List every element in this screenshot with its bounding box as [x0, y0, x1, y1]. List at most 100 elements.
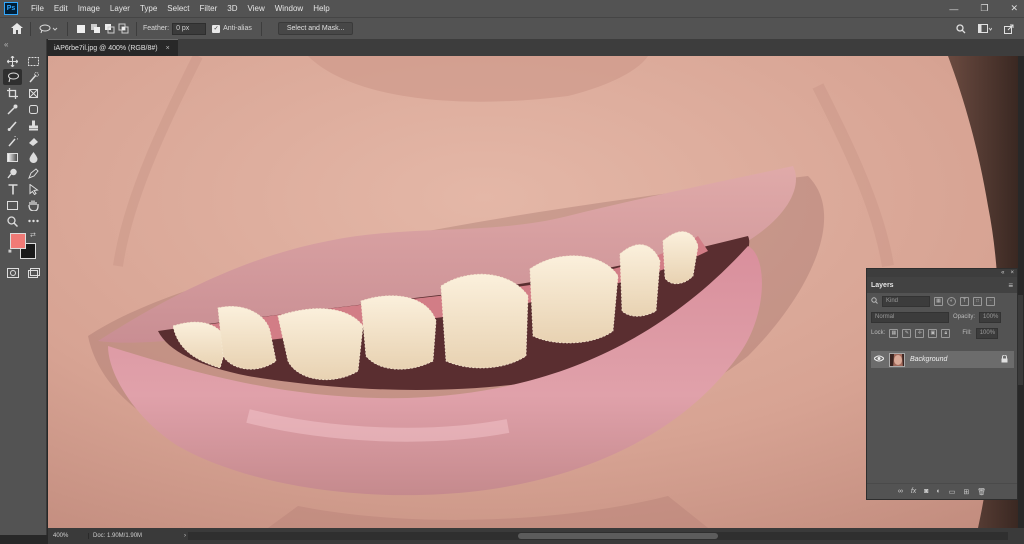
- layer-style-icon[interactable]: fx: [911, 488, 916, 495]
- hand-tool-icon[interactable]: [24, 197, 43, 213]
- collapse-panel-icon[interactable]: «: [0, 39, 46, 53]
- menu-layer[interactable]: Layer: [105, 4, 135, 13]
- shape-filter-icon[interactable]: □: [973, 296, 982, 306]
- blend-row: Normal Opacity: 100%: [867, 309, 1017, 325]
- search-icon[interactable]: [954, 22, 968, 36]
- opacity-input[interactable]: 100%: [979, 311, 1002, 323]
- menu-view[interactable]: View: [243, 4, 270, 13]
- fill-label: Fill:: [962, 330, 972, 336]
- lasso-tool-preset-icon[interactable]: [37, 22, 61, 36]
- fill-input[interactable]: 100%: [975, 327, 998, 339]
- close-panel-icon[interactable]: ×: [1010, 270, 1014, 276]
- layer-thumbnail: [889, 352, 905, 367]
- share-icon[interactable]: [1002, 22, 1016, 36]
- subtract-from-selection-icon[interactable]: [102, 22, 116, 36]
- blur-tool-icon[interactable]: [24, 149, 43, 165]
- history-brush-tool-icon[interactable]: [3, 133, 22, 149]
- menu-window[interactable]: Window: [270, 4, 308, 13]
- layers-scrollbar[interactable]: [1018, 295, 1023, 385]
- color-swatches: ⇄ ■: [0, 231, 46, 259]
- path-selection-tool-icon[interactable]: [24, 181, 43, 197]
- foreground-color-swatch[interactable]: [10, 233, 26, 249]
- antialias-checkbox[interactable]: ✓: [212, 24, 221, 33]
- blend-mode-select[interactable]: Normal: [871, 311, 949, 323]
- horizontal-scrollbar[interactable]: [188, 532, 1008, 540]
- select-and-mask-button[interactable]: Select and Mask...: [277, 22, 354, 35]
- home-icon[interactable]: [10, 22, 24, 36]
- lock-artboard-icon[interactable]: ▣: [928, 328, 938, 338]
- document-tab[interactable]: iAP6rbe7il.jpg @ 400% (RGB/8#) ×: [48, 39, 178, 56]
- add-mask-icon[interactable]: ◙: [924, 488, 928, 495]
- type-tool-icon[interactable]: [3, 181, 22, 197]
- add-to-selection-icon[interactable]: [88, 22, 102, 36]
- menu-file[interactable]: File: [26, 4, 49, 13]
- pixel-filter-icon[interactable]: ▦: [934, 296, 943, 306]
- swap-colors-icon[interactable]: ⇄: [30, 231, 36, 239]
- default-colors-icon[interactable]: ■: [8, 249, 12, 255]
- frame-tool-icon[interactable]: [24, 85, 43, 101]
- pen-tool-icon[interactable]: [24, 165, 43, 181]
- close-tab-icon[interactable]: ×: [166, 45, 170, 52]
- document-tab-title: iAP6rbe7il.jpg @ 400% (RGB/8#): [54, 44, 158, 52]
- menu-edit[interactable]: Edit: [49, 4, 73, 13]
- menu-image[interactable]: Image: [73, 4, 105, 13]
- link-layers-icon[interactable]: ∞: [898, 488, 903, 495]
- brush-tool-icon[interactable]: [3, 117, 22, 133]
- workspace-icon[interactable]: [978, 22, 992, 36]
- eraser-tool-icon[interactable]: [24, 133, 43, 149]
- lock-transparent-icon[interactable]: ▦: [889, 328, 899, 338]
- smart-object-filter-icon[interactable]: ▫: [986, 296, 995, 306]
- adjustment-filter-icon[interactable]: ◐: [947, 296, 956, 306]
- maximize-icon[interactable]: ❐: [980, 3, 988, 14]
- stamp-tool-icon[interactable]: [24, 117, 43, 133]
- zoom-tool-icon[interactable]: [3, 213, 22, 229]
- menu-3d[interactable]: 3D: [222, 4, 242, 13]
- minimize-icon[interactable]: —: [949, 4, 958, 14]
- layers-panel-header: Layers ≡: [867, 277, 1017, 293]
- more-tools-icon[interactable]: [24, 213, 43, 229]
- frame-3d-tool-icon[interactable]: [24, 101, 43, 117]
- collapse-panel-icon[interactable]: «: [1001, 270, 1004, 276]
- menu-type[interactable]: Type: [135, 4, 162, 13]
- lock-all-icon[interactable]: 🔒︎: [941, 328, 951, 338]
- lock-image-icon[interactable]: ✎: [902, 328, 912, 338]
- eyedropper-tool-icon[interactable]: [3, 101, 22, 117]
- menu-filter[interactable]: Filter: [195, 4, 223, 13]
- quick-mask-icon[interactable]: [3, 265, 22, 281]
- layer-filter-row: Kind ▦ ◐ T □ ▫: [867, 293, 1017, 309]
- mode-grid: [0, 265, 46, 281]
- lock-position-icon[interactable]: ✛: [915, 328, 925, 338]
- new-group-icon[interactable]: ▭: [949, 488, 956, 496]
- lasso-tool-icon[interactable]: [3, 69, 22, 85]
- screen-mode-icon[interactable]: [24, 265, 43, 281]
- dodge-tool-icon[interactable]: [3, 165, 22, 181]
- crop-tool-icon[interactable]: [3, 85, 22, 101]
- new-selection-icon[interactable]: [74, 22, 88, 36]
- layer-lock-icon[interactable]: [1001, 354, 1008, 365]
- layer-row-background[interactable]: Background: [871, 351, 1014, 368]
- photoshop-logo[interactable]: Ps: [4, 2, 18, 15]
- intersect-selection-icon[interactable]: [116, 22, 130, 36]
- quick-selection-tool-icon[interactable]: [24, 69, 43, 85]
- visibility-eye-icon[interactable]: [873, 355, 885, 364]
- feather-input[interactable]: 0 px: [172, 22, 207, 35]
- delete-layer-icon[interactable]: 🗑︎: [977, 488, 986, 496]
- separator: [136, 21, 137, 36]
- zoom-level[interactable]: 400%: [48, 533, 88, 539]
- type-filter-icon[interactable]: T: [960, 296, 969, 306]
- rectangle-tool-icon[interactable]: [3, 197, 22, 213]
- new-layer-icon[interactable]: ⊞: [963, 488, 969, 496]
- panel-menu-icon[interactable]: ≡: [1008, 281, 1013, 290]
- menu-select[interactable]: Select: [162, 4, 194, 13]
- scrollbar-thumb[interactable]: [518, 533, 718, 539]
- document-tab-bar: iAP6rbe7il.jpg @ 400% (RGB/8#) ×: [48, 39, 1024, 56]
- tool-grid: [0, 53, 46, 229]
- adjustment-layer-icon[interactable]: ◐: [937, 488, 941, 495]
- close-icon[interactable]: ✕: [1010, 3, 1018, 14]
- menu-help[interactable]: Help: [308, 4, 334, 13]
- marquee-tool-icon[interactable]: [24, 53, 43, 69]
- move-tool-icon[interactable]: [3, 53, 22, 69]
- layers-tab[interactable]: Layers: [871, 282, 894, 289]
- layer-kind-filter[interactable]: Kind: [882, 295, 930, 307]
- gradient-tool-icon[interactable]: [3, 149, 22, 165]
